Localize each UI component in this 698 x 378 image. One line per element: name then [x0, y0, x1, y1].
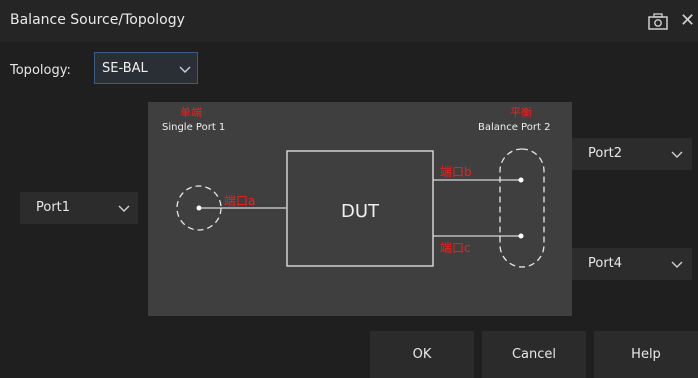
balance-dot-c — [518, 233, 524, 239]
dut-label: DUT — [341, 201, 380, 222]
port-a-label: 端口a — [224, 194, 255, 208]
port1-value: Port1 — [36, 200, 71, 215]
camera-icon[interactable] — [648, 13, 668, 30]
port2-select[interactable]: Port2 — [572, 138, 692, 170]
chevron-down-icon — [179, 66, 191, 73]
help-button[interactable]: Help — [594, 331, 698, 378]
balance-topology-dialog: Balance Source/Topology ✕ Topology: SE-B… — [0, 0, 698, 378]
topology-select[interactable]: SE-BAL — [94, 52, 198, 84]
chevron-down-icon — [671, 151, 683, 158]
balance-cn-label: 平衡 — [510, 106, 532, 119]
balance-dot-b — [518, 177, 524, 183]
chevron-down-icon — [118, 205, 130, 212]
ok-button[interactable]: OK — [370, 331, 474, 378]
chevron-down-icon — [671, 261, 683, 268]
title-bar: Balance Source/Topology ✕ — [0, 0, 698, 42]
balance-port-label: Balance Port 2 — [478, 122, 550, 133]
port4-value: Port4 — [588, 256, 623, 271]
port1-select[interactable]: Port1 — [20, 192, 138, 224]
single-end-cn-label: 单端 — [180, 106, 202, 119]
balance-port-pill — [499, 148, 545, 268]
cancel-button[interactable]: Cancel — [482, 331, 586, 378]
single-port-label: Single Port 1 — [162, 122, 225, 133]
topology-diagram: 单端 Single Port 1 平衡 Balance Port 2 DUT 端… — [148, 102, 572, 316]
port4-select[interactable]: Port4 — [572, 248, 692, 280]
diagram-canvas: 单端 Single Port 1 平衡 Balance Port 2 DUT 端… — [162, 106, 550, 268]
port-c-label: 端口c — [440, 241, 471, 255]
close-icon[interactable]: ✕ — [680, 11, 698, 31]
single-port-dot — [196, 205, 202, 211]
topology-value: SE-BAL — [102, 61, 148, 76]
topology-label: Topology: — [10, 63, 71, 78]
port-b-label: 端口b — [440, 165, 472, 179]
dialog-title: Balance Source/Topology — [10, 12, 185, 28]
port2-value: Port2 — [588, 146, 623, 161]
